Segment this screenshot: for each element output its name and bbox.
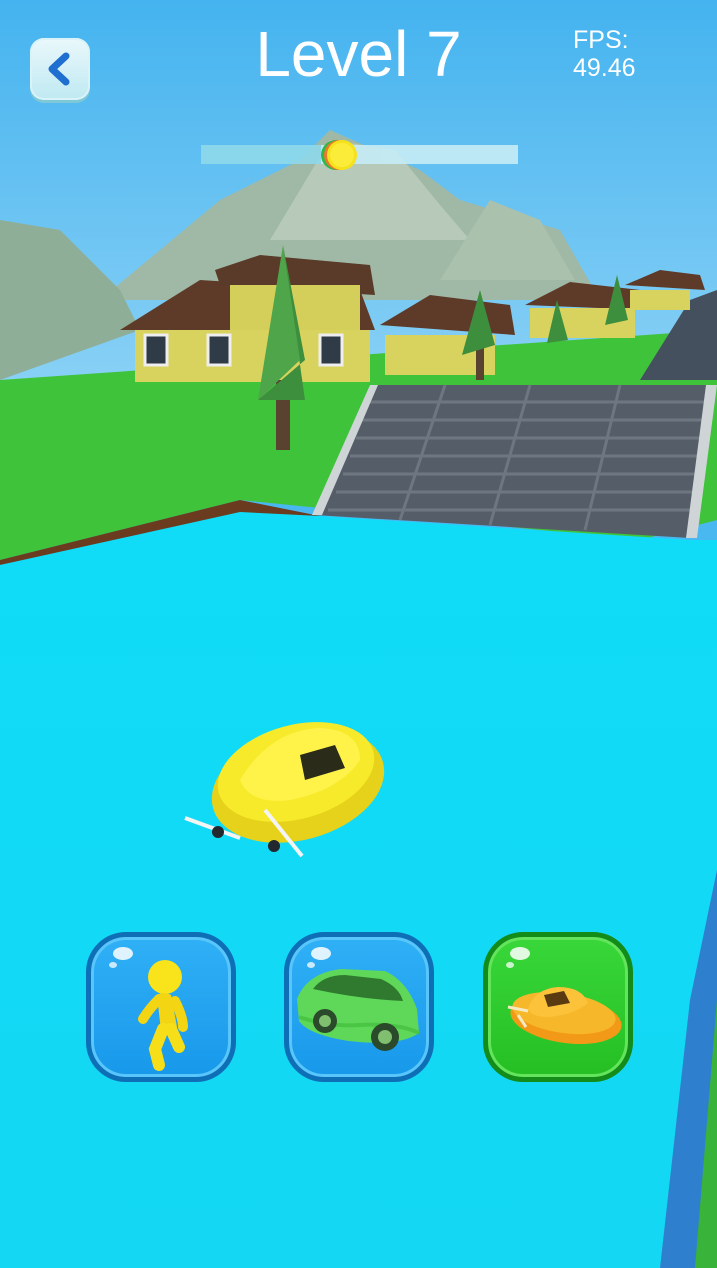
fps-label: FPS:	[573, 26, 629, 54]
green-car-icon	[297, 969, 420, 1051]
hovercraft-icon	[507, 987, 622, 1045]
water	[0, 512, 717, 1268]
level-progress-bar	[201, 145, 518, 164]
fps-counter: FPS: 49.46	[573, 26, 636, 82]
fps-value: 49.46	[573, 54, 636, 82]
staircase	[312, 384, 717, 538]
vehicle-button-car[interactable]	[284, 932, 434, 1082]
stickman-runner-icon	[138, 960, 188, 1071]
progress-marker-icon	[321, 140, 357, 170]
level-progress-fill	[201, 145, 322, 164]
vehicle-button-runner[interactable]	[86, 932, 236, 1082]
vehicle-button-hovercraft[interactable]	[483, 932, 633, 1082]
